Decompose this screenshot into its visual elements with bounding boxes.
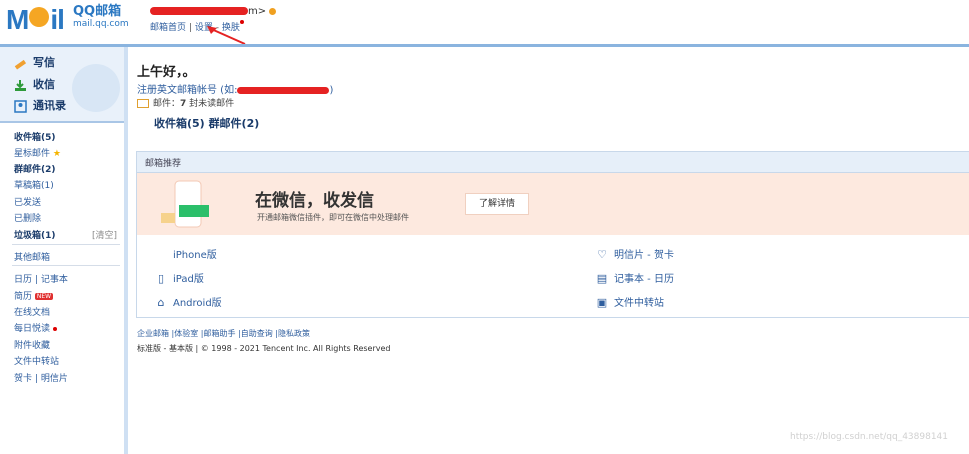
android-version-link[interactable]: ⌂ Android版 [155,294,222,310]
folder-spam[interactable]: 垃圾箱(1) [14,228,56,241]
folder-starred-label: 星标邮件 [14,149,51,159]
unread-label[interactable]: 封未读邮件 [189,99,234,109]
file-transfer-label: 文件中转站 [614,298,664,309]
sidebar-divider [12,265,120,266]
logo-word-right: il [50,4,65,35]
iphone-version-link[interactable]: iPhone版 [155,246,217,261]
register-label: 注册英文邮箱帐号 (如: [137,85,238,96]
iphone-label: iPhone版 [173,250,217,261]
heart-icon: ♡ [597,248,607,261]
daily-reading-label: 每日悦读 [14,324,51,334]
greeting-cards-link[interactable]: 贺卡 [14,374,32,384]
online-docs-link[interactable]: 在线文档 [14,305,50,318]
register-english-account-link[interactable]: 注册英文邮箱帐号 (如:) [137,81,333,96]
link-separator: | [34,275,38,285]
clear-spam-button[interactable]: [清空] [92,228,117,241]
attachments-link[interactable]: 附件收藏 [14,338,50,351]
file-transfer-station-link[interactable]: ▣ 文件中转站 [596,294,664,310]
folder-starred[interactable]: 星标邮件 ★ [14,146,61,159]
recommend-panel-header: 邮箱推荐 [137,152,969,173]
envelope-icon [137,99,149,108]
postcard-label: 明信片 - 贺卡 [614,250,674,261]
banner-title: 在微信，收发信 [255,191,374,211]
greeting-title: 上午好，。 [137,65,196,80]
group-count-link[interactable]: 群邮件(2) [209,117,260,130]
cards-row: 贺卡 | 明信片 [14,371,68,384]
logo-text: QQ邮箱 mail.qq.com [73,4,129,30]
inbox-count-link[interactable]: 收件箱(5) [154,117,205,130]
footer-links[interactable]: 企业邮箱 |体验室 |邮箱助手 |自助查询 |隐私政策 [137,328,310,339]
link-separator: | [188,23,192,33]
receive-label: 收信 [33,78,55,91]
calendar-notebook-row: 日历 | 记事本 [14,272,68,285]
redaction-mark [150,7,248,15]
inbox-download-icon [14,79,27,92]
mail-summary: 邮件：7 封未读邮件 [137,96,234,109]
android-label: Android版 [173,298,222,309]
register-end: ) [329,85,334,96]
logo-url: mail.qq.com [72,19,129,29]
contacts-icon [14,99,27,113]
compose-label: 写信 [33,56,55,69]
ipad-label: iPad版 [173,274,204,285]
logo-o-icon [29,7,50,27]
footer-copyright: 标准版 - 基本版 | © 1998 - 2021 Tencent Inc. A… [137,344,391,353]
watermark: https://blog.csdn.net/qq_43898141 [790,432,949,442]
phone-illustration-icon [161,180,209,228]
ipad-version-link[interactable]: ▯ iPad版 [155,270,204,286]
pencil-icon [14,57,27,70]
resume-label: 简历 [14,292,33,302]
qq-penguin-decoration-icon [72,64,120,112]
notebook-link[interactable]: 记事本 [41,275,68,285]
file-transfer-icon: ▣ [596,296,608,309]
folder-deleted[interactable]: 已删除 [14,211,41,224]
compose-button[interactable]: 写信 [14,54,55,70]
folder-group[interactable]: 群邮件(2) [14,162,56,175]
file-transfer-link[interactable]: 文件中转站 [14,354,59,367]
logo-word-left: M [6,4,29,35]
logo-product: QQ邮箱 [72,4,122,19]
warning-dot-icon[interactable] [269,7,277,15]
header: Mil QQ邮箱 mail.qq.com m> 邮箱首页 | 设置 - 换肤 [0,0,969,45]
qq-mail-logo[interactable]: Mil QQ邮箱 mail.qq.com [6,4,129,36]
redaction-mark [237,86,330,94]
folder-counts: 收件箱(5) 群邮件(2) [154,115,259,131]
daily-reading-link[interactable]: 每日悦读 [14,321,57,334]
contacts-label: 通讯录 [33,99,66,112]
resume-link[interactable]: 简历 NEW [14,289,54,302]
contacts-button[interactable]: 通讯录 [14,97,66,113]
new-badge: NEW [34,293,54,300]
mail-label: 邮件： [153,99,181,109]
folder-drafts[interactable]: 草稿箱(1) [14,178,54,191]
account-address: m> [150,6,277,17]
link-separator: | [34,374,38,384]
account-suffix: m> [248,6,267,17]
folder-inbox[interactable]: 收件箱(5) [14,130,56,143]
folder-sent[interactable]: 已发送 [14,195,41,208]
red-arrow-annotation [207,26,246,45]
recommend-panel: 邮箱推荐 在微信，收发信 开通邮箱微信插件，即可在微信中处理邮件 了解详情 iP… [136,151,969,318]
receive-button[interactable]: 收信 [14,76,55,92]
tablet-icon: ▯ [157,272,165,285]
postcard-card-link[interactable]: ♡ 明信片 - 贺卡 [596,246,674,262]
other-mailboxes[interactable]: 其他邮箱 [14,250,50,263]
sidebar-divider [12,244,120,245]
postcards-link[interactable]: 明信片 [41,374,68,384]
mail-home-link[interactable]: 邮箱首页 [150,23,186,33]
header-divider [0,44,969,47]
learn-more-button[interactable]: 了解详情 [465,193,529,215]
calendar-icon: ▤ [596,272,608,285]
recommend-title: 邮箱推荐 [145,159,182,169]
calendar-link[interactable]: 日历 [14,275,32,285]
android-icon: ⌂ [157,296,165,309]
apple-icon [155,249,167,261]
wechat-banner[interactable]: 在微信，收发信 开通邮箱微信插件，即可在微信中处理邮件 了解详情 [137,173,969,235]
notebook-label: 记事本 - 日历 [614,274,674,285]
unread-count: 7 [180,99,187,109]
banner-subtitle: 开通邮箱微信插件，即可在微信中处理邮件 [257,213,409,222]
star-icon: ★ [52,149,61,159]
notebook-calendar-link[interactable]: ▤ 记事本 - 日历 [596,270,674,286]
new-dot-icon [52,326,57,331]
